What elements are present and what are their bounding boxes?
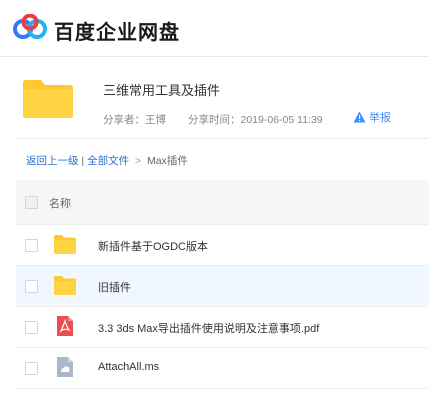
app-header: 百度企业网盘 — [0, 0, 429, 57]
file-row[interactable]: 3.3 3ds Max导出插件使用说明及注意事项.pdf — [16, 307, 429, 348]
file-name[interactable]: 旧插件 — [98, 279, 131, 295]
row-checkbox[interactable] — [25, 321, 38, 334]
share-title: 三维常用工具及插件 — [103, 83, 221, 98]
select-all-checkbox[interactable] — [25, 196, 38, 209]
file-row[interactable]: AttachAll.ms — [16, 348, 429, 389]
all-files-link[interactable]: 全部文件 — [87, 155, 129, 167]
sharer-info: 分享者：王博 — [103, 112, 166, 127]
row-checkbox[interactable] — [25, 362, 38, 375]
file-row[interactable]: 新插件基于OGDC版本 — [16, 225, 429, 266]
row-checkbox[interactable] — [25, 239, 38, 252]
name-column-header[interactable]: 名称 — [49, 195, 71, 211]
share-time-label: 分享时间： — [188, 114, 241, 126]
breadcrumb: 返回上一级 | 全部文件 > Max插件 — [26, 153, 188, 168]
divider — [16, 138, 429, 139]
share-info: 三维常用工具及插件 分享者：王博 分享时间：2019-06-05 11:39 举… — [0, 57, 429, 137]
breadcrumb-divider: | — [81, 155, 85, 167]
list-header: 名称 — [16, 180, 429, 225]
report-button[interactable]: 举报 — [353, 109, 391, 125]
pdf-icon — [57, 316, 73, 336]
folder-icon — [23, 80, 73, 118]
file-list: 名称 新插件基于OGDC版本 旧插件 3.3 3ds Max导出插件使用说明及注… — [16, 180, 429, 389]
folder-icon — [54, 276, 76, 295]
sharer-name: 王博 — [145, 114, 166, 126]
file-name[interactable]: 新插件基于OGDC版本 — [98, 238, 208, 254]
report-label: 举报 — [369, 112, 391, 124]
file-name[interactable]: 3.3 3ds Max导出插件使用说明及注意事项.pdf — [98, 320, 319, 336]
share-time-info: 分享时间：2019-06-05 11:39 — [188, 112, 323, 127]
file-name[interactable]: AttachAll.ms — [98, 361, 159, 373]
baidu-netdisk-logo[interactable] — [12, 14, 48, 42]
folder-icon — [54, 235, 76, 254]
sharer-label: 分享者： — [103, 114, 145, 126]
breadcrumb-separator: > — [135, 155, 142, 167]
warning-icon — [353, 111, 366, 123]
back-link[interactable]: 返回上一级 — [26, 155, 79, 167]
breadcrumb-current: Max插件 — [147, 155, 188, 167]
brand-name: 百度企业网盘 — [54, 22, 180, 44]
file-row[interactable]: 旧插件 — [16, 266, 429, 307]
share-time: 2019-06-05 11:39 — [240, 114, 323, 126]
generic-file-icon — [57, 357, 73, 377]
row-checkbox[interactable] — [25, 280, 38, 293]
